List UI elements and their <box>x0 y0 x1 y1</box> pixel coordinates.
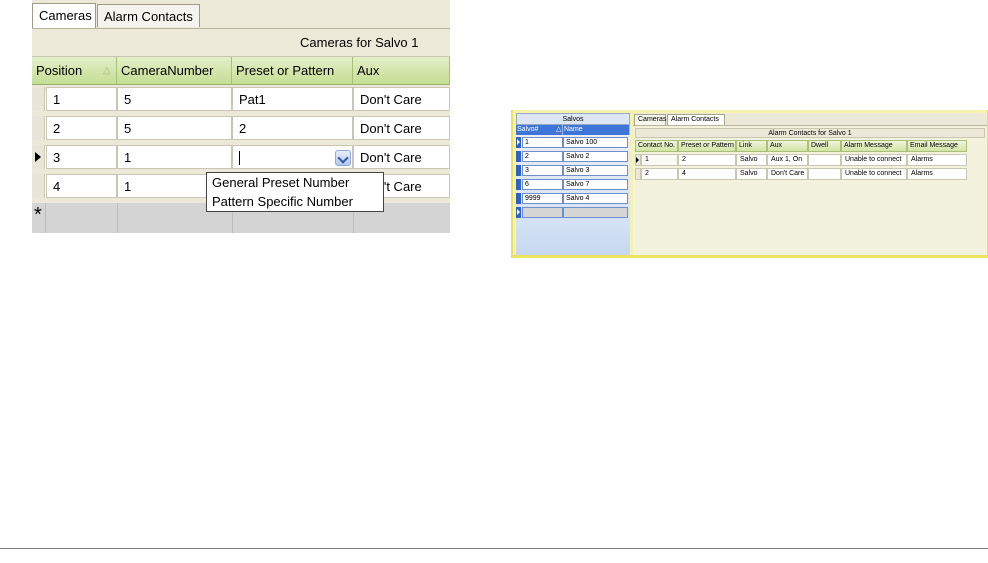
cell-salvo-number[interactable]: 3 <box>522 165 563 176</box>
cell-salvo-name[interactable]: Salvo 100 <box>563 137 628 148</box>
chevron-down-icon[interactable] <box>335 150 351 166</box>
cameras-grid-panel: Cameras Alarm Contacts Cameras for Salvo… <box>32 0 450 233</box>
column-header-aux[interactable]: Aux <box>353 57 450 85</box>
column-header-alarm-message[interactable]: Alarm Message <box>841 140 907 152</box>
cell-aux[interactable]: Don't Care <box>767 168 808 180</box>
cell-camera-number[interactable]: 5 <box>117 116 232 140</box>
row-selector[interactable] <box>516 179 521 190</box>
sort-ascending-icon: △ <box>103 65 111 76</box>
dropdown-option-general-preset[interactable]: General Preset Number <box>207 173 383 192</box>
cell-aux[interactable]: Don't Care <box>353 116 450 140</box>
column-divider <box>45 203 46 233</box>
tab-alarm-contacts[interactable]: Alarm Contacts <box>97 4 200 27</box>
dropdown-option-pattern-specific[interactable]: Pattern Specific Number <box>207 192 383 211</box>
grid-caption-text: Cameras for Salvo 1 <box>300 35 419 50</box>
footer-divider <box>0 548 988 549</box>
cell-alarm-message[interactable]: Unable to connect <box>841 168 907 180</box>
preset-type-dropdown-list: General Preset Number Pattern Specific N… <box>206 172 384 212</box>
cell-contact-no[interactable]: 1 <box>641 154 678 166</box>
column-header-email-message[interactable]: Email Message <box>907 140 967 152</box>
cell-aux[interactable]: Don't Care <box>353 87 450 111</box>
cell-salvo-number[interactable]: 2 <box>522 151 563 162</box>
text-cursor <box>239 151 240 165</box>
cell-salvo-number[interactable]: 6 <box>522 179 563 190</box>
row-selector-current[interactable] <box>32 145 45 169</box>
cell-aux[interactable]: Don't Care <box>353 145 450 169</box>
column-header-salvo-name[interactable]: Name <box>563 125 630 135</box>
column-header-dwell[interactable]: Dwell <box>808 140 841 152</box>
column-header-position[interactable]: Position △ <box>32 57 117 85</box>
column-header-camera-number[interactable]: CameraNumber <box>117 57 232 85</box>
cell-position[interactable]: 4 <box>46 174 117 198</box>
cell-link[interactable]: Salvo <box>736 154 767 166</box>
cell-salvo-name[interactable]: Salvo 2 <box>563 151 628 162</box>
tab-cameras[interactable]: Cameras <box>634 114 666 125</box>
cell-alarm-message[interactable]: Unable to connect <box>841 154 907 166</box>
row-selector[interactable] <box>32 116 45 140</box>
cell-contact-no[interactable]: 2 <box>641 168 678 180</box>
row-selector-new[interactable] <box>516 207 521 218</box>
cell-camera-number[interactable]: 5 <box>117 87 232 111</box>
cell-preset-or-pattern[interactable]: 4 <box>678 168 736 180</box>
column-header-contact-no[interactable]: Contact No. <box>635 140 678 152</box>
grid-caption: Alarm Contacts for Salvo 1 <box>635 128 985 138</box>
cell-salvo-number[interactable]: 1 <box>522 137 563 148</box>
cell-salvo-name[interactable]: Salvo 3 <box>563 165 628 176</box>
cell-link[interactable]: Salvo <box>736 168 767 180</box>
preset-or-pattern-combobox[interactable] <box>232 145 353 169</box>
new-row-arrow-icon <box>517 209 520 215</box>
current-row-arrow-icon <box>517 139 520 145</box>
column-header-aux[interactable]: Aux <box>767 140 808 152</box>
grid-caption: Cameras for Salvo 1 <box>32 29 450 57</box>
row-selector[interactable] <box>32 174 45 198</box>
new-row-cell[interactable] <box>563 207 628 218</box>
cell-preset-or-pattern[interactable]: 2 <box>232 116 353 140</box>
alarm-contacts-panel: Cameras Alarm Contacts Alarm Contacts fo… <box>633 113 987 255</box>
column-divider <box>117 203 118 233</box>
new-row-cell[interactable] <box>522 207 563 218</box>
salvos-grid: Salvos Salvo# △ Name 1 Salvo 100 2 Salvo… <box>516 113 630 255</box>
cell-position[interactable]: 1 <box>46 87 117 111</box>
row-selector[interactable] <box>32 87 45 111</box>
salvos-title: Salvos <box>516 113 630 125</box>
row-selector[interactable] <box>516 165 521 176</box>
column-header-link[interactable]: Link <box>736 140 767 152</box>
tab-strip: Cameras Alarm Contacts <box>32 0 450 29</box>
cell-email-message[interactable]: Alarms <box>907 168 967 180</box>
column-header-preset-or-pattern[interactable]: Preset or Pattern <box>678 140 736 152</box>
tab-alarm-contacts[interactable]: Alarm Contacts <box>667 114 725 125</box>
cell-position[interactable]: 2 <box>46 116 117 140</box>
row-selector-current[interactable] <box>516 137 521 148</box>
cell-preset-or-pattern[interactable]: 2 <box>678 154 736 166</box>
cell-position[interactable]: 3 <box>46 145 117 169</box>
cell-dwell[interactable] <box>808 154 841 166</box>
cell-salvo-name[interactable]: Salvo 4 <box>563 193 628 204</box>
current-row-arrow-icon <box>35 152 41 162</box>
cell-aux[interactable]: Aux 1, On <box>767 154 808 166</box>
cell-dwell[interactable] <box>808 168 841 180</box>
cell-camera-number[interactable]: 1 <box>117 145 232 169</box>
cell-salvo-number[interactable]: 9999 <box>522 193 563 204</box>
row-selector[interactable] <box>516 193 521 204</box>
salvo-alarm-contacts-screenshot: Salvos Salvo# △ Name 1 Salvo 100 2 Salvo… <box>511 110 988 258</box>
tab-cameras[interactable]: Cameras <box>32 3 96 28</box>
column-header-preset-or-pattern[interactable]: Preset or Pattern <box>232 57 353 85</box>
new-row-asterisk: * <box>34 204 42 226</box>
current-row-arrow-icon <box>636 157 639 163</box>
cell-salvo-name[interactable]: Salvo 7 <box>563 179 628 190</box>
column-header-salvo-number[interactable]: Salvo# △ <box>516 125 563 135</box>
tab-strip: Cameras Alarm Contacts <box>633 113 987 126</box>
cell-preset-or-pattern[interactable]: Pat1 <box>232 87 353 111</box>
row-selector[interactable] <box>516 151 521 162</box>
cell-email-message[interactable]: Alarms <box>907 154 967 166</box>
sort-ascending-icon: △ <box>556 126 562 133</box>
